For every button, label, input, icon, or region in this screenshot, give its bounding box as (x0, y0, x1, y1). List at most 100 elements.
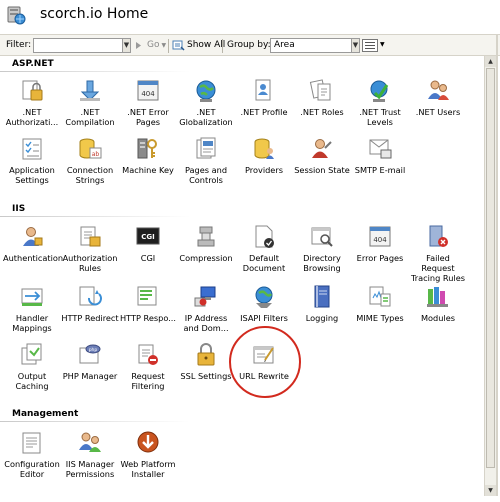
download-arrow-icon (77, 78, 103, 104)
page-title: scorch.io Home (40, 6, 149, 22)
group-header-management: Management (0, 406, 190, 422)
authentication-user-icon (19, 224, 45, 250)
feature-providers[interactable]: Providers (235, 136, 293, 175)
roles-icon (309, 78, 335, 104)
feature-label: .NET Compilation (65, 107, 115, 127)
feature-cgi[interactable]: CGI CGI (119, 224, 177, 263)
feature-net-roles[interactable]: .NET Roles (293, 78, 351, 117)
feature-net-error-pages[interactable]: 404 .NET Error Pages (119, 78, 177, 127)
feature-logging[interactable]: Logging (293, 284, 351, 323)
feature-session-state[interactable]: Session State (293, 136, 351, 175)
error-page-icon: 404 (135, 78, 161, 104)
feature-request-filtering[interactable]: Request Filtering (119, 342, 177, 391)
feature-label: Output Caching (15, 371, 49, 391)
feature-default-document[interactable]: Default Document (235, 224, 293, 273)
show-all-button[interactable]: Show All (172, 37, 225, 54)
filter-dropdown-arrow[interactable]: ▼ (122, 38, 131, 53)
feature-label: Directory Browsing (303, 253, 341, 273)
feature-iis-manager-permissions[interactable]: IIS Manager Permissions (61, 430, 119, 479)
svg-text:404: 404 (141, 90, 155, 98)
feature-application-settings[interactable]: Application Settings (3, 136, 61, 185)
feature-net-compilation[interactable]: .NET Compilation (61, 78, 119, 127)
feature-configuration-editor[interactable]: Configuration Editor (3, 430, 61, 479)
feature-smtp-email[interactable]: SMTP E-mail (351, 136, 409, 175)
view-mode-button[interactable] (362, 39, 378, 52)
authorization-icon (77, 224, 103, 250)
window-frame (496, 34, 498, 496)
feature-pages-and-controls[interactable]: Pages and Controls (177, 136, 235, 185)
feature-net-trust-levels[interactable]: .NET Trust Levels (351, 78, 409, 127)
feature-modules[interactable]: Modules (409, 284, 467, 323)
vertical-scrollbar[interactable]: ▲ ▼ (484, 56, 496, 496)
feature-label: Handler Mappings (12, 313, 52, 333)
modules-icon (425, 284, 451, 310)
svg-text:CGI: CGI (141, 233, 155, 241)
feature-label: Providers (245, 165, 283, 175)
feature-http-response-headers[interactable]: HTTP Respo... (119, 284, 177, 323)
filter-input[interactable] (33, 38, 123, 53)
group-by-select[interactable]: Area (270, 38, 354, 53)
handler-mappings-icon (19, 284, 45, 310)
lock-icon (19, 78, 45, 104)
scroll-thumb[interactable] (486, 68, 495, 468)
feature-label: Machine Key (122, 165, 174, 175)
feature-machine-key[interactable]: Machine Key (119, 136, 177, 175)
compression-icon (193, 224, 219, 250)
feature-label: SSL Settings (180, 371, 232, 381)
feature-authentication[interactable]: Authentication (3, 224, 63, 263)
email-icon (367, 136, 393, 162)
feature-net-users[interactable]: .NET Users (409, 78, 467, 117)
feature-label: IP Address and Dom... (183, 313, 229, 333)
feature-label: Web Platform Installer (120, 459, 176, 479)
default-document-icon (251, 224, 277, 250)
scroll-down-arrow[interactable]: ▼ (485, 485, 496, 496)
directory-browsing-icon (309, 224, 335, 250)
toolbar-divider (222, 39, 223, 53)
feature-label: MIME Types (356, 313, 404, 323)
feature-label: PHP Manager (62, 371, 118, 381)
feature-label: Compression (179, 253, 233, 263)
go-button[interactable]: Go ▼ (134, 37, 166, 54)
scroll-up-arrow[interactable]: ▲ (485, 56, 496, 67)
feature-error-pages[interactable]: 404 Error Pages (351, 224, 409, 263)
view-mode-dropdown-icon[interactable]: ▼ (380, 41, 385, 48)
feature-label: Connection Strings (66, 165, 114, 185)
feature-failed-request-tracing[interactable]: Failed Request Tracing Rules (409, 224, 467, 283)
trust-check-icon (367, 78, 393, 104)
logging-book-icon (309, 284, 335, 310)
feature-directory-browsing[interactable]: Directory Browsing (293, 224, 351, 273)
feature-mime-types[interactable]: MIME Types (351, 284, 409, 323)
features-view: ASP.NET .NET Authorizati... .NET Compila… (0, 56, 484, 496)
feature-label: .NET Roles (300, 107, 344, 117)
group-by-dropdown-arrow[interactable]: ▼ (351, 38, 360, 53)
feature-compression[interactable]: Compression (177, 224, 235, 263)
feature-connection-strings[interactable]: ab Connection Strings (61, 136, 119, 185)
mime-types-icon (367, 284, 393, 310)
feature-label: .NET Users (415, 107, 461, 117)
feature-http-redirect[interactable]: HTTP Redirect (61, 284, 119, 323)
filter-toolbar: Filter: ▼ Go ▼ Show All Group by: Area ▼… (0, 34, 500, 56)
failed-request-icon (425, 224, 451, 250)
feature-label: IIS Manager Permissions (65, 459, 115, 479)
feature-isapi-filters[interactable]: ISAPI Filters (235, 284, 293, 323)
ssl-lock-icon (193, 342, 219, 368)
php-icon: php (77, 342, 103, 368)
feature-net-profile[interactable]: .NET Profile (235, 78, 293, 117)
feature-label: HTTP Respo... (119, 313, 177, 323)
feature-web-platform-installer[interactable]: Web Platform Installer (119, 430, 177, 479)
feature-label: Configuration Editor (4, 459, 60, 479)
feature-authorization-rules[interactable]: Authorization Rules (61, 224, 119, 273)
feature-net-authorization[interactable]: .NET Authorizati... (3, 78, 61, 127)
go-icon (136, 42, 141, 49)
feature-net-globalization[interactable]: .NET Globalization (177, 78, 235, 127)
feature-ssl-settings[interactable]: SSL Settings (177, 342, 235, 381)
feature-label: SMTP E-mail (354, 165, 406, 175)
feature-label: Authorization Rules (62, 253, 118, 273)
feature-ip-address-domain[interactable]: IP Address and Dom... (177, 284, 235, 333)
feature-output-caching[interactable]: Output Caching (3, 342, 61, 391)
feature-handler-mappings[interactable]: Handler Mappings (3, 284, 61, 333)
feature-php-manager[interactable]: php PHP Manager (61, 342, 119, 381)
permissions-icon (77, 430, 103, 456)
error-pages-icon: 404 (367, 224, 393, 250)
feature-label: .NET Authorizati... (5, 107, 59, 127)
